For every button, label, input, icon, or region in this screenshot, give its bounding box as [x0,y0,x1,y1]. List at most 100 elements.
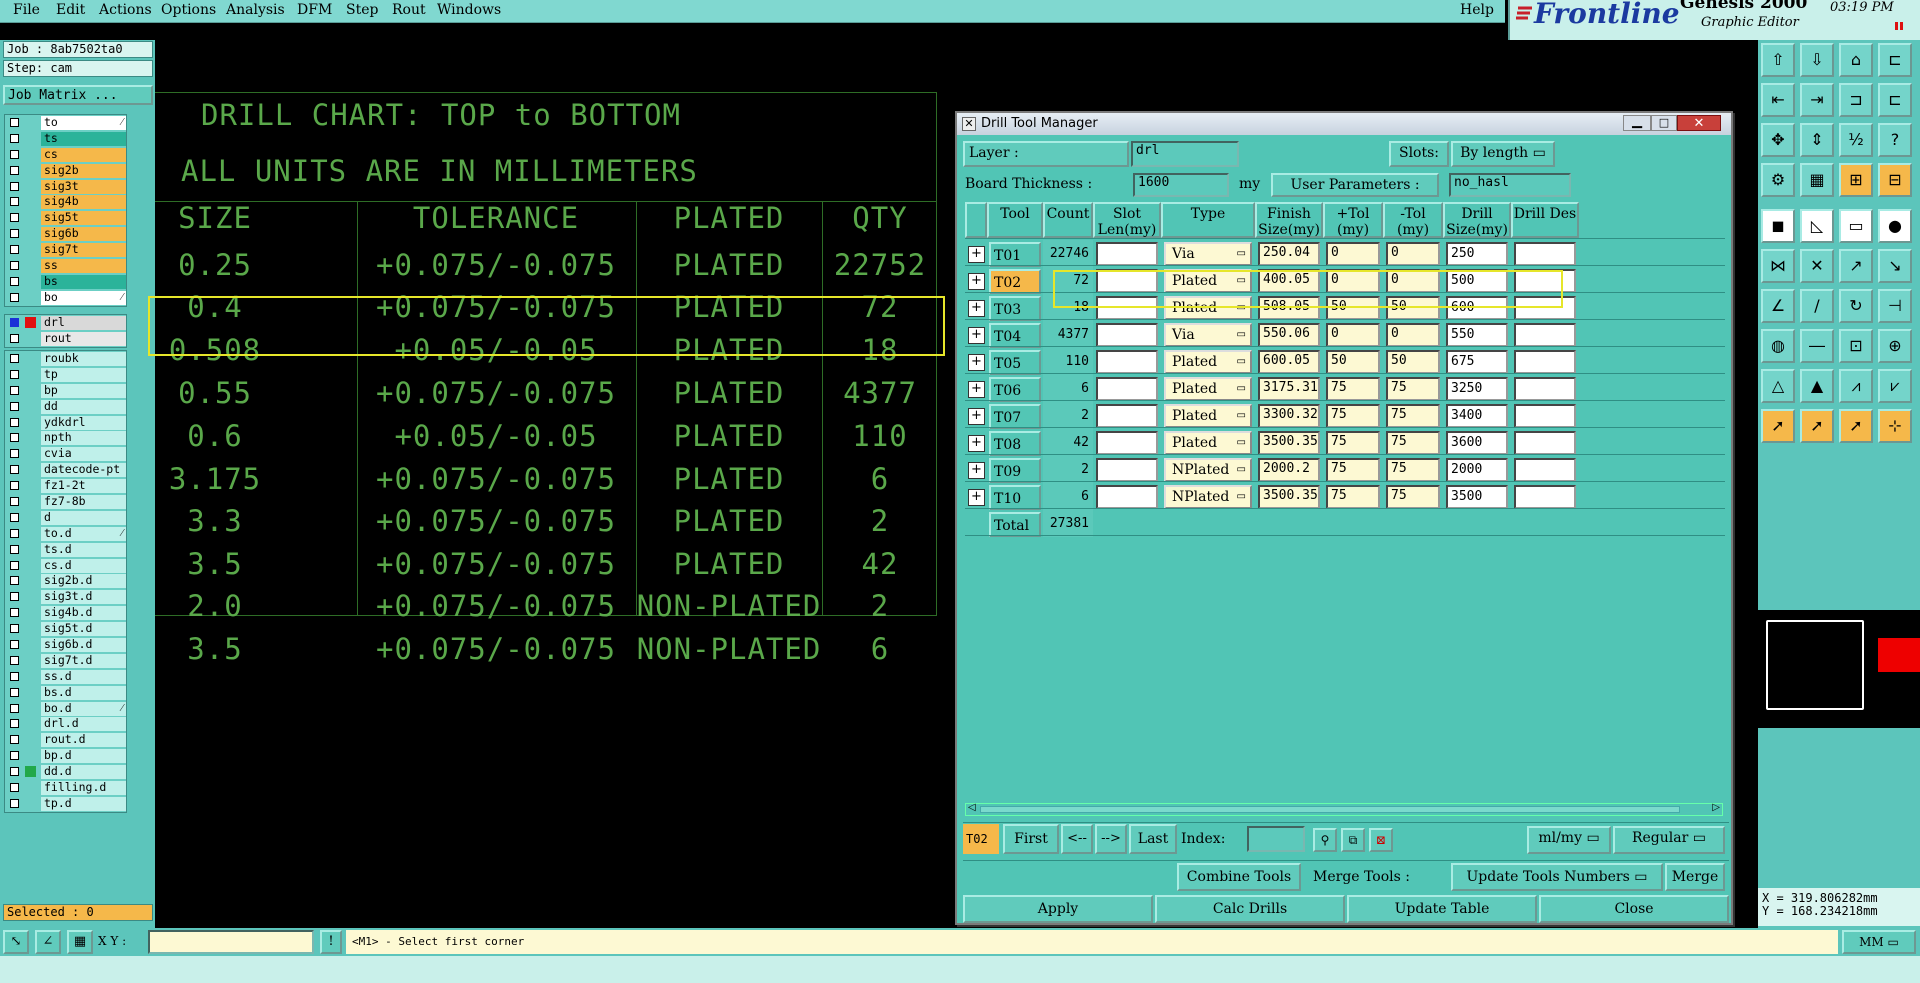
layer-name[interactable]: ts [41,131,126,146]
mirror-icon[interactable]: ⊣ [1878,289,1912,323]
expand-icon[interactable]: + [968,273,985,290]
layer-name[interactable]: sig5t [41,211,126,226]
layer-name[interactable]: cs [41,147,126,162]
layer-name[interactable]: roubk [41,352,126,366]
layer-checkbox[interactable] [10,433,19,443]
drill-des-input[interactable] [1514,323,1576,347]
prev-icon[interactable]: ⇤ [1761,83,1795,117]
layer-row[interactable]: dd.d [5,764,126,780]
layer-checkbox[interactable] [10,783,19,793]
layer-name[interactable]: bs.d [41,685,126,700]
layer-row[interactable]: fz1-2t [5,478,126,494]
update-table-button[interactable]: Update Table [1347,895,1537,923]
layer-checkbox[interactable] [10,655,19,665]
line-icon[interactable]: / [1800,289,1834,323]
layer-row[interactable]: sig4b.d [5,605,126,621]
layer-name[interactable]: to [41,116,126,130]
mtol-input[interactable]: 75 [1386,377,1440,401]
drill-size-input[interactable]: 3400 [1446,404,1508,428]
expand-icon[interactable]: + [968,381,985,398]
drill-des-input[interactable] [1514,377,1576,401]
ptol-input[interactable]: 75 [1326,431,1380,455]
select-icon[interactable]: ➚ [1839,409,1873,443]
drill-size-input[interactable]: 3600 [1446,431,1508,455]
layer-name[interactable]: drl [41,316,126,330]
grid-icon[interactable]: ▦ [1800,163,1834,197]
column-header[interactable]: Finish Size(my) [1255,202,1323,238]
layer-checkbox[interactable] [10,245,19,255]
layer-row[interactable]: sig3t.d [5,589,126,605]
layer-row[interactable]: ss [5,258,126,274]
layer-name[interactable]: ts.d [41,542,126,557]
layer-name[interactable]: ss.d [41,669,126,684]
layer-row[interactable]: to.d ⁄ [5,526,126,542]
redo-icon[interactable]: ⊏ [1878,83,1912,117]
finish-input[interactable]: 3300.32 [1258,404,1320,428]
layer-row[interactable]: ts.d [5,542,126,558]
layer-checkbox[interactable] [10,560,19,570]
layer-row[interactable]: rout.d [5,732,126,748]
window-menu-icon[interactable]: ✕ [962,117,976,131]
tool-cell[interactable]: T08 [989,431,1041,456]
layer-row[interactable]: tp [5,367,126,383]
layer-checkbox[interactable] [10,798,19,808]
layer-row[interactable]: rout [5,331,126,347]
type-select[interactable]: Via ▭ [1164,242,1252,266]
layer-name[interactable]: sig2b [41,163,126,178]
finish-input[interactable]: 550.06 [1258,323,1320,347]
layer-row[interactable]: sig3t [5,179,126,195]
layer-row[interactable]: ts [5,131,126,147]
menu-step[interactable]: Step [346,2,378,18]
next-icon[interactable]: ⇥ [1800,83,1834,117]
layer-checkbox[interactable] [10,497,19,507]
combine-tools-button[interactable]: Combine Tools [1177,863,1301,891]
layer-checkbox[interactable] [10,512,19,522]
select-icon[interactable]: ➚ [1761,409,1795,443]
drill-des-input[interactable] [1514,242,1576,266]
pad-icon[interactable]: ◼ [1761,209,1795,243]
layer-row[interactable]: dd [5,399,126,415]
arc2-icon[interactable]: ⩗ [1878,369,1912,403]
layer-checkbox[interactable] [10,181,19,191]
layer-checkbox[interactable] [10,292,19,302]
slot-len-input[interactable] [1096,404,1158,428]
delete-icon[interactable]: ✕ [1800,249,1834,283]
layer-checkbox[interactable] [10,671,19,681]
redo-icon[interactable]: ⊐ [1839,83,1873,117]
layer-row[interactable]: tp.d [5,796,126,812]
layer-checkbox[interactable] [10,465,19,475]
slot-len-input[interactable] [1096,323,1158,347]
ptol-input[interactable]: 0 [1326,323,1380,347]
type-select[interactable]: Plated ▭ [1164,350,1252,374]
arrow-down-icon[interactable]: ↘ [1878,249,1912,283]
layer-checkbox[interactable] [10,149,19,159]
layer-checkbox[interactable] [10,401,19,411]
cross-icon[interactable]: ⊹ [1878,409,1912,443]
layer-checkbox[interactable] [10,528,19,538]
search-icon[interactable]: ⚲ [1313,828,1337,852]
column-header[interactable]: Count [1043,202,1093,238]
type-select[interactable]: NPlated ▭ [1164,485,1252,509]
drill-size-input[interactable]: 2000 [1446,458,1508,482]
update-numbers-select[interactable]: Update Tools Numbers ▭ [1451,863,1663,891]
circle-icon[interactable]: ● [1878,209,1912,243]
layer-name[interactable]: npth [41,431,126,446]
mtol-input[interactable]: 75 [1386,404,1440,428]
triangle-fill-icon[interactable]: ▲ [1800,369,1834,403]
layer-row[interactable]: sig2b.d [5,573,126,589]
slot-len-input[interactable] [1096,242,1158,266]
drill-size-input[interactable]: 250 [1446,242,1508,266]
mode-select[interactable]: Regular ▭ [1613,826,1725,854]
column-header[interactable]: -Tol (my) [1383,202,1443,238]
overview-map[interactable] [1758,610,1920,728]
last-button[interactable]: Last [1129,824,1177,854]
expand-icon[interactable]: + [968,300,985,317]
layer-name[interactable]: bo.d [41,701,126,716]
board-thickness-field[interactable]: 1600 [1133,173,1229,197]
close-button[interactable]: Close [1539,895,1729,923]
layer-name[interactable]: fz1-2t [41,479,126,494]
tool-cell[interactable]: T01 [989,242,1041,267]
menu-file[interactable]: File [13,2,40,18]
finish-input[interactable]: 2000.2 [1258,458,1320,482]
layer-row[interactable]: to ⁄ [5,115,126,131]
